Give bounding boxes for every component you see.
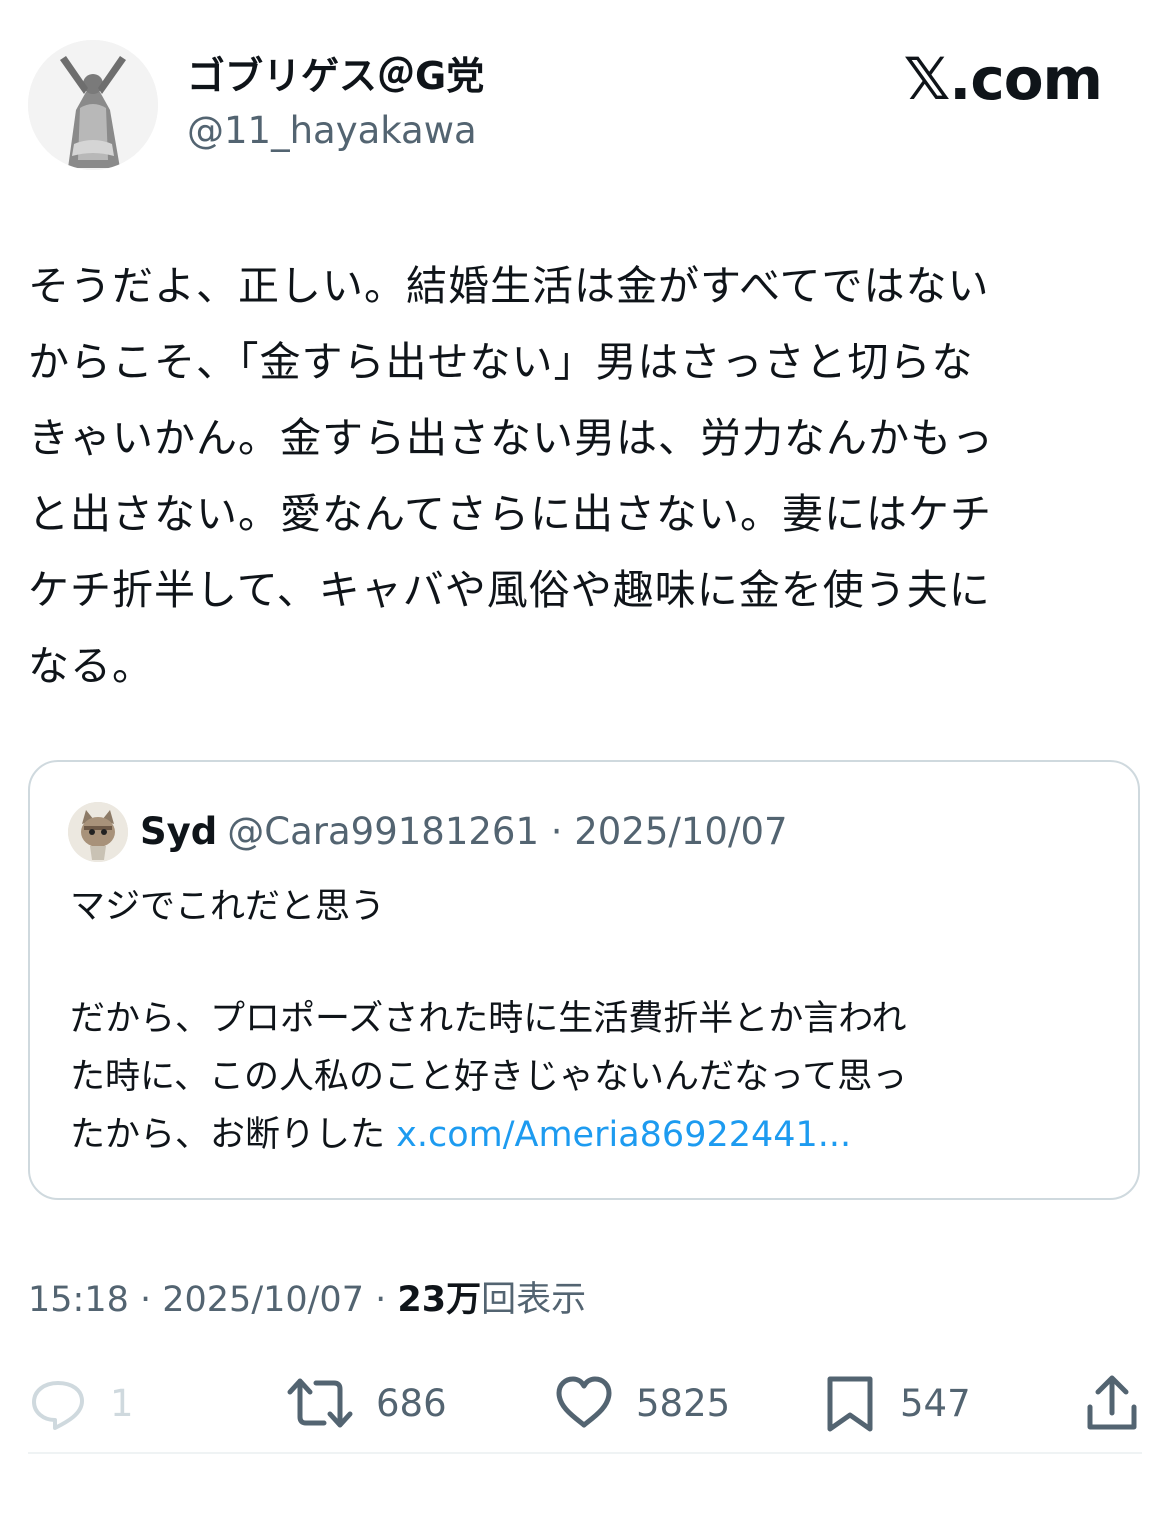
heart-icon [556,1376,612,1428]
tweet-text-line: ケチ折半して、キャバや風俗や趣味に金を使う夫に [28,566,991,614]
repost-count: 686 [376,1381,447,1425]
quoted-link[interactable]: x.com/Ameria86922441... [396,1115,851,1155]
quoted-header: Syd @Cara99181261 · 2025/10/07 [140,804,788,860]
quoted-tweet-card[interactable]: Syd @Cara99181261 · 2025/10/07 マジでこれだと思う … [28,760,1140,1200]
quoted-author-avatar[interactable] [68,802,128,862]
quoted-author-meta: @Cara99181261 · 2025/10/07 [227,810,788,853]
tweet-text: そうだよ、正しい。結婚生活は金がすべてではない からこそ、「金すら出せない」男は… [28,248,1140,704]
tweet-text-line: からこそ、「金すら出せない」男はさっさと切らな [28,338,974,386]
quoted-text-fragment: たから、お断りした [70,1115,397,1155]
reply-count: 1 [110,1381,134,1425]
author-handle[interactable]: @11_hayakawa [187,106,477,156]
quoted-tweet-text: マジでこれだと思う だから、プロポーズされた時に生活費折半とか言われ た時に、こ… [70,878,1110,1164]
tweet-meta: 15:18 · 2025/10/07 · 23万回表示 [28,1274,586,1326]
statue-avatar-icon [28,40,158,170]
x-logo: 𝕏.com [903,45,1103,113]
divider [28,1452,1142,1454]
tweet-text-line: なる。 [28,642,154,690]
quoted-author-name[interactable]: Syd [140,810,217,853]
quoted-text-line: たから、お断りした x.com/Ameria86922441... [70,1106,1110,1164]
reply-button[interactable]: 1 [28,1370,134,1436]
like-count: 5825 [636,1381,731,1425]
quoted-text-line: だから、プロポーズされた時に生活費折半とか言われ [70,999,907,1039]
bookmark-icon [827,1376,873,1432]
views-label: 回表示 [481,1280,587,1320]
tweet-text-line: と出さない。愛なんてさらに出さない。妻にはケチ [28,490,992,538]
tweet-timestamp[interactable]: 15:18 · 2025/10/07 · [28,1280,397,1320]
reply-icon [32,1381,84,1430]
repost-icon [287,1378,353,1428]
tweet-text-line: きゃいかん。金すら出さない男は、労力なんかもっ [28,414,994,462]
bookmark-button[interactable]: 547 [822,1370,971,1436]
repost-button[interactable]: 686 [286,1370,447,1436]
author-avatar[interactable] [28,40,158,170]
bookmark-count: 547 [900,1381,971,1425]
quoted-text-line: マジでこれだと思う [70,887,386,927]
views-count: 23万 [397,1280,482,1320]
share-icon [1087,1375,1137,1430]
like-button[interactable]: 5825 [554,1370,730,1436]
tweet-text-line: そうだよ、正しい。結婚生活は金がすべてではない [28,262,990,310]
action-bar: 1 686 5825 547 [28,1370,1140,1436]
author-display-name[interactable]: ゴブリゲス＠G党 [187,50,484,102]
quoted-text-line: た時に、この人私のこと好きじゃないんだなって思っ [70,1057,908,1097]
cat-avatar-icon [68,802,128,862]
share-button[interactable] [1082,1370,1142,1436]
